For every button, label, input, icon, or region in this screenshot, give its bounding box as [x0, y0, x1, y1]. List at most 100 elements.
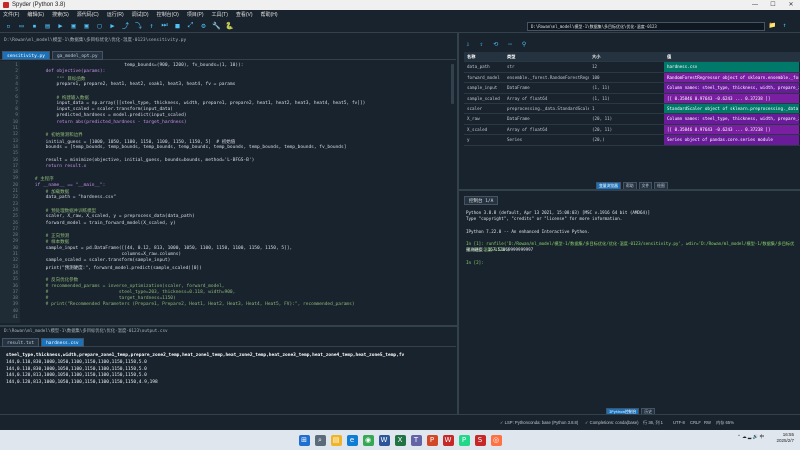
working-directory-input[interactable]: D:\Rowan\ml_model\模型-1\数据集\多目标优化\优化-温度-0…	[527, 22, 765, 31]
vertical-splitter[interactable]	[457, 33, 459, 414]
status-encoding: UTF-8	[673, 420, 685, 425]
editor-scrollbar[interactable]	[451, 64, 454, 104]
wrench-icon[interactable]: 🔧	[212, 21, 221, 30]
variable-row[interactable]: forward_model ensemble._forest.RandomFore…	[464, 72, 800, 84]
debug-icon[interactable]: ▶	[108, 21, 117, 30]
clock-date[interactable]: 2025/2/7	[776, 438, 794, 444]
variable-table: 名称 类型 大小 值 data_path str 12 hardness.csv forward…	[464, 52, 800, 146]
settings-icon[interactable]: ⚙	[199, 21, 208, 30]
pane-splitter[interactable]	[0, 325, 458, 327]
run-selection-icon[interactable]: ▢	[95, 21, 104, 30]
search-icon[interactable]: ⌕	[314, 434, 326, 446]
variable-row[interactable]: sample_input DataFrame (1, 11) Column names…	[464, 83, 800, 94]
menu-item-10[interactable]: 帮助(H)	[261, 11, 278, 18]
menu-item-6[interactable]: 控制台(O)	[157, 11, 179, 18]
variable-row[interactable]: X_raw DataFrame (20, 11) Column names: stee…	[464, 114, 800, 125]
step-out-icon[interactable]: ↑	[147, 21, 156, 30]
menu-item-0[interactable]: 文件(F)	[3, 11, 19, 18]
variable-row[interactable]: y Series (20,) Series object of pandas.core…	[464, 135, 800, 146]
line-number: 35	[12, 277, 18, 283]
column-header[interactable]: 类型	[504, 52, 589, 61]
menu-item-2[interactable]: 搜索(S)	[52, 11, 69, 18]
save-icon[interactable]: ▪	[30, 21, 39, 30]
variable-row[interactable]: sample_scaled Array of float64 (1, 11) [[ 0…	[464, 93, 800, 104]
var-spacer	[639, 73, 664, 82]
code-line: input_data = np.array([[steel_type, thic…	[24, 100, 366, 106]
spyder-icon[interactable]: S	[474, 434, 486, 446]
var-type: Array of float64	[507, 95, 548, 101]
step-icon[interactable]: ⤴	[121, 21, 130, 30]
continue-icon[interactable]: ⏭	[160, 21, 169, 30]
menu-item-8[interactable]: 工具(T)	[212, 11, 228, 18]
var-value: Column names: steel_type, thickness, wid…	[664, 83, 799, 93]
new-file-icon[interactable]: ▫	[4, 21, 13, 30]
csv-tab-1[interactable]: hardness.csv	[41, 338, 84, 347]
column-header[interactable]: 大小	[589, 52, 639, 61]
edge-icon[interactable]: e	[346, 434, 358, 446]
powerpoint-icon[interactable]: P	[426, 434, 438, 446]
column-header[interactable]: 值	[664, 52, 799, 61]
variable-explorer: ⇩ ⇧ ⟲ ⋯ ⚲ 名称 类型 大小 值 data_path str 12 hardness.csv f…	[460, 37, 800, 187]
open-file-icon[interactable]: ▭	[17, 21, 26, 30]
line-number: 24	[12, 207, 18, 213]
var-tool-2-icon[interactable]: ⟲	[493, 41, 498, 51]
var-tool-3-icon[interactable]: ⋯	[508, 41, 512, 51]
file-explorer-icon[interactable]: ▤	[330, 434, 342, 446]
line-number: 22	[12, 195, 18, 201]
editor-tab-1[interactable]: ga_model_opt.py	[51, 51, 103, 60]
menu-item-9[interactable]: 查看(V)	[236, 11, 253, 18]
status-bar: ✓ LSP: Python conda: base (Python 3.8.8)…	[0, 414, 800, 430]
var-tool-1-icon[interactable]: ⇧	[480, 41, 484, 51]
menu-item-5[interactable]: 调试(D)	[132, 11, 149, 18]
menu-item-7[interactable]: 项目(P)	[187, 11, 204, 18]
menu-item-1[interactable]: 编辑(E)	[27, 11, 44, 18]
line-number: 16	[12, 157, 18, 163]
stop-icon[interactable]: ■	[173, 21, 182, 30]
minimize-button[interactable]: —	[746, 0, 764, 10]
var-size: (20,)	[592, 137, 605, 143]
line-number: 6	[15, 94, 18, 100]
close-button[interactable]: ✕	[782, 0, 800, 10]
pycharm-icon[interactable]: P	[458, 434, 470, 446]
windows-start-icon[interactable]: ⊞	[298, 434, 310, 446]
excel-icon[interactable]: X	[394, 434, 406, 446]
var-spacer	[639, 83, 664, 92]
step-into-icon[interactable]: ⤵	[134, 21, 143, 30]
console-tab[interactable]: 控制台 1/A	[464, 196, 499, 205]
window-controls: — ☐ ✕	[746, 0, 800, 10]
wps-icon[interactable]: W	[442, 434, 454, 446]
run-cell-icon[interactable]: ▣	[69, 21, 78, 30]
right-splitter[interactable]	[459, 189, 800, 191]
var-tool-0-icon[interactable]: ⇩	[466, 41, 470, 51]
save-all-icon[interactable]: ▤	[43, 21, 52, 30]
teams-icon[interactable]: T	[410, 434, 422, 446]
var-tool-4-icon[interactable]: ⚲	[522, 41, 526, 51]
code-editor[interactable]: 1 temp_bounds=(900, 1200), fv_bounds=(1,…	[0, 61, 456, 323]
var-name: y	[467, 137, 470, 143]
code-line: data_path = "hardness.csv"	[24, 195, 117, 201]
parent-directory-icon[interactable]: ↑	[780, 22, 789, 31]
run-icon[interactable]: ▶	[56, 21, 65, 30]
column-header[interactable]	[639, 52, 664, 61]
browse-folder-icon[interactable]: 📁	[768, 22, 777, 31]
variable-row[interactable]: scaler preprocessing._data.StandardScaler…	[464, 103, 800, 115]
maximize-icon[interactable]: ⤢	[186, 21, 195, 30]
chrome-icon[interactable]: ◉	[362, 434, 374, 446]
python-path-icon[interactable]: 🐍	[225, 21, 234, 30]
menu-item-3[interactable]: 源代码(C)	[77, 11, 99, 18]
ipython-console[interactable]: 控制台 1/A Python 3.8.8 (default, Apr 13 20…	[460, 194, 800, 408]
run-cell-advance-icon[interactable]: ▣	[82, 21, 91, 30]
line-number: 38	[12, 296, 18, 302]
csv-tab-0[interactable]: result.txt	[2, 338, 40, 347]
line-number: 1	[15, 63, 18, 68]
browser-icon[interactable]: ◎	[490, 434, 502, 446]
windows-taskbar: ⊞ ⌕ ▤ e ◉ W X T P W P S ◎	[0, 430, 800, 450]
variable-row[interactable]: X_scaled Array of float64 (20, 11) [[ 0.358…	[464, 124, 800, 136]
maximize-button[interactable]: ☐	[764, 0, 782, 10]
word-icon[interactable]: W	[378, 434, 390, 446]
variable-row[interactable]: data_path str 12 hardness.csv	[464, 62, 800, 73]
editor-tab-0[interactable]: sensitivity.py	[2, 51, 50, 60]
tray-icons[interactable]: ⌃ ☁ ▂ 🔊 中	[737, 434, 764, 440]
menu-item-4[interactable]: 运行(R)	[107, 11, 124, 18]
column-header[interactable]: 名称	[464, 52, 504, 61]
